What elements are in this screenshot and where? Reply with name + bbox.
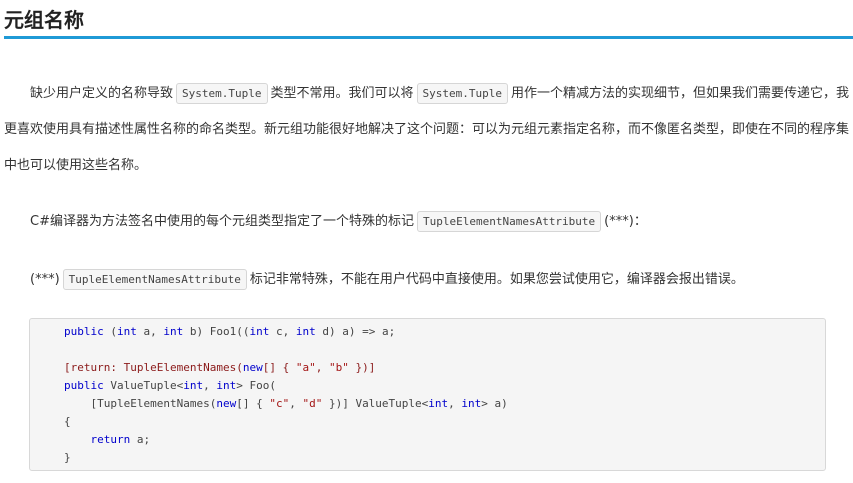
code-text: ValueTuple< xyxy=(103,379,184,392)
code-text: a; xyxy=(130,433,151,446)
code-line: } xyxy=(64,449,71,467)
code-text: d) a) => a; xyxy=(315,325,396,338)
code-line: [TupleElementNames(new[] { "c", "d" })] … xyxy=(64,395,508,413)
code-text: [TupleElementNames( xyxy=(64,397,217,410)
code-text: [] { xyxy=(262,361,296,374)
code-keyword: return xyxy=(90,433,131,446)
text-run: 缺少用户定义的名称导致 xyxy=(30,86,174,101)
code-text: a, xyxy=(136,325,164,338)
code-text: , xyxy=(289,397,303,410)
code-string: "a" xyxy=(295,361,316,374)
code-keyword: int xyxy=(461,397,482,410)
code-line: public (int a, int b) Foo1((int c, int d… xyxy=(64,323,395,341)
title-underline xyxy=(4,36,853,39)
code-keyword: int xyxy=(428,397,449,410)
code-keyword: int xyxy=(183,379,204,392)
code-keyword: int xyxy=(249,325,270,338)
inline-code-system-tuple: System.Tuple xyxy=(176,83,268,104)
code-text: c, xyxy=(269,325,296,338)
code-text: })] xyxy=(348,361,376,374)
code-text: , xyxy=(203,379,217,392)
code-line: return a; xyxy=(64,431,151,449)
code-keyword: int xyxy=(163,325,184,338)
code-text: ( xyxy=(103,325,117,338)
paragraph-compiler-attribute: C#编译器为方法签名中使用的每个元组类型指定了一个特殊的标记 TupleEleme… xyxy=(4,204,853,240)
section-title: 元组名称 xyxy=(4,8,84,32)
code-text: })] ValueTuple< xyxy=(322,397,429,410)
code-text: { xyxy=(64,415,71,428)
code-keyword: int xyxy=(117,325,137,338)
inline-code-attribute-name: TupleElementNamesAttribute xyxy=(62,269,247,290)
text-run: (***) xyxy=(30,272,60,287)
code-line: public ValueTuple<int, int> Foo( xyxy=(64,377,276,395)
code-string: "d" xyxy=(302,397,323,410)
code-keyword: int xyxy=(295,325,316,338)
code-text: > a) xyxy=(481,397,508,410)
inline-code-system-tuple: System.Tuple xyxy=(416,83,508,104)
code-string: "c" xyxy=(269,397,290,410)
code-text: } xyxy=(64,451,71,464)
code-line: [return: TupleElementNames(new[] { "a", … xyxy=(64,359,375,377)
code-text: b) Foo1(( xyxy=(183,325,250,338)
code-text: , xyxy=(315,361,329,374)
code-keyword: new xyxy=(242,361,263,374)
paragraph-attribute-note: (***) TupleElementNamesAttribute 标记非常特殊，不能… xyxy=(4,262,853,298)
code-text: [ xyxy=(64,361,71,374)
text-run: (***)： xyxy=(604,214,647,229)
code-text: [] { xyxy=(236,397,270,410)
code-keyword: int xyxy=(216,379,237,392)
text-run: 类型不常用。我们可以将 xyxy=(270,86,414,101)
text-run: C#编译器为方法签名中使用的每个元组类型指定了一个特殊的标记 xyxy=(30,214,414,229)
code-line: { xyxy=(64,413,71,431)
code-string: "b" xyxy=(328,361,349,374)
code-block: public (int a, int b) Foo1((int c, int d… xyxy=(29,318,826,471)
code-text: TupleElementNames( xyxy=(116,361,243,374)
paragraph-tuple-names-intro: 缺少用户定义的名称导致 System.Tuple 类型不常用。我们可以将 System… xyxy=(4,76,853,184)
text-run: 标记非常特殊，不能在用户代码中直接使用。如果您尝试使用它，编译器会报出错误。 xyxy=(249,272,744,287)
code-text: , xyxy=(448,397,462,410)
code-keyword: public xyxy=(64,325,104,338)
inline-code-attribute-name: TupleElementNamesAttribute xyxy=(416,211,602,232)
code-text: > Foo( xyxy=(236,379,276,392)
code-keyword: public xyxy=(64,379,104,392)
code-keyword: return: xyxy=(70,361,117,374)
code-keyword: new xyxy=(216,397,237,410)
